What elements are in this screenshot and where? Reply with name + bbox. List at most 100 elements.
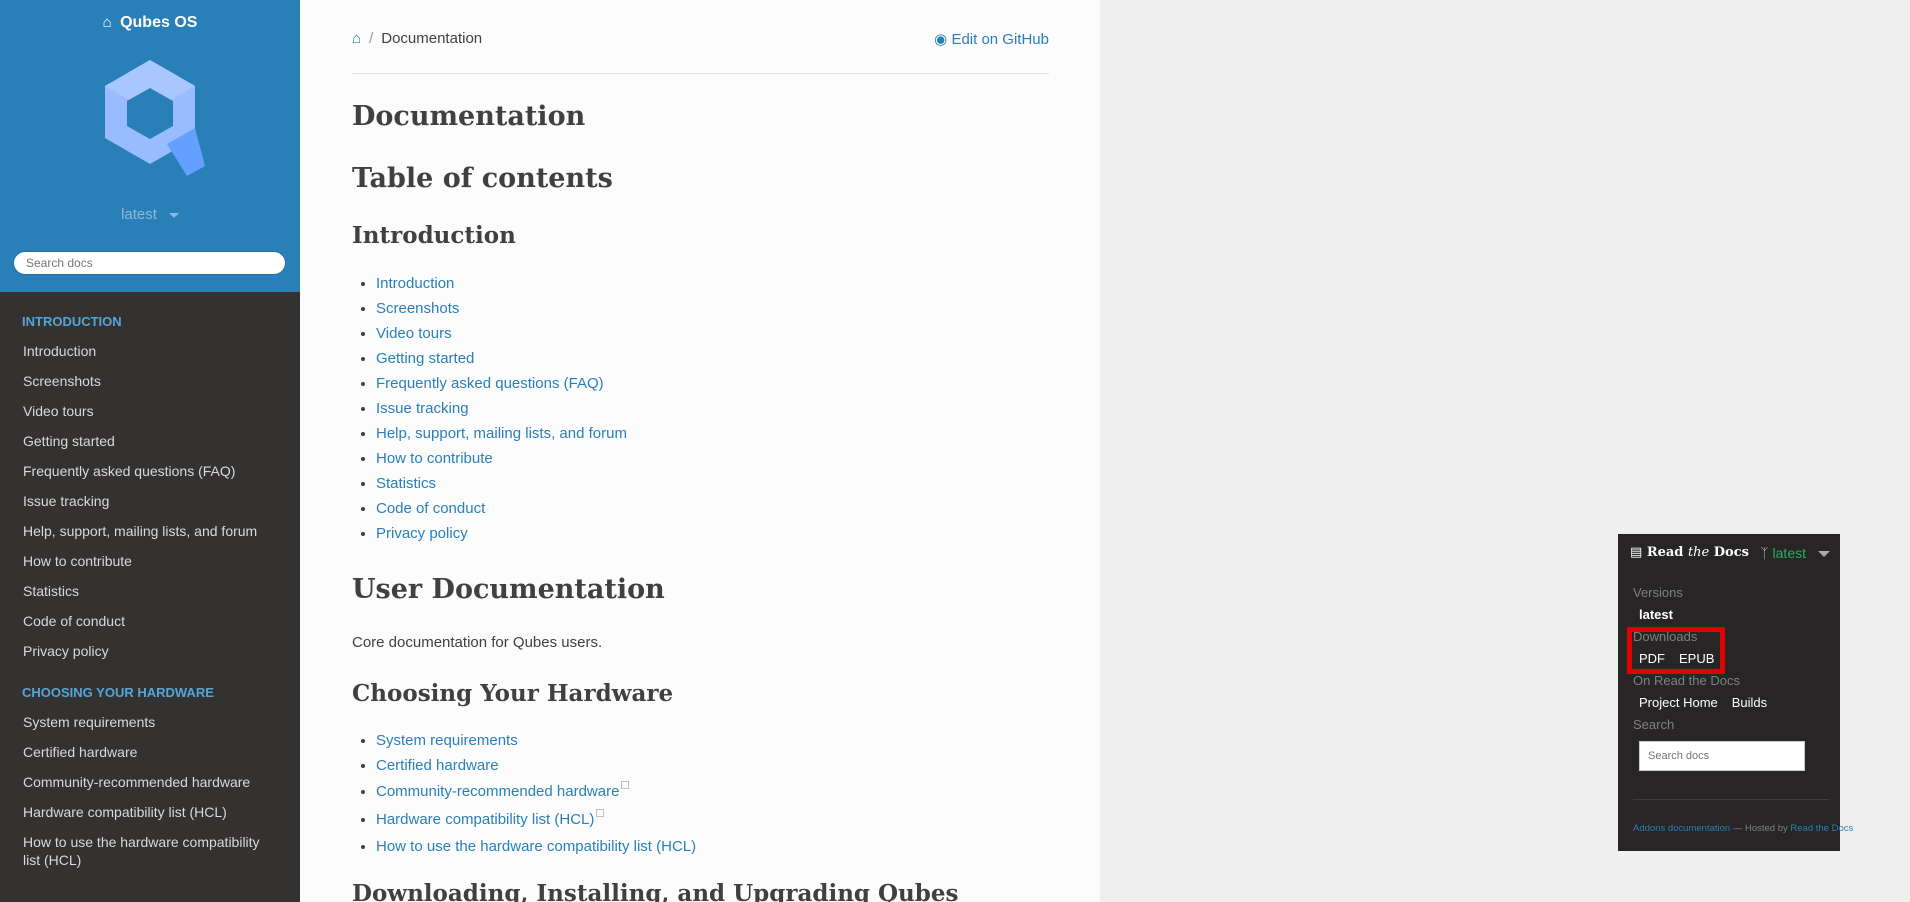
- doc-link[interactable]: How to use the hardware compatibility li…: [376, 838, 696, 855]
- sidebar-item[interactable]: Hardware compatibility list (HCL): [0, 803, 300, 821]
- addons-documentation-link[interactable]: Addons documentation: [1633, 823, 1730, 834]
- caret-down-icon: [168, 212, 179, 218]
- list-item: How to contribute: [376, 446, 627, 471]
- caret-down-icon: [1818, 551, 1830, 558]
- doc-link[interactable]: Frequently asked questions (FAQ): [376, 375, 604, 392]
- rtd-flyout: ▤ Read the Docs ᛉ latest Versions latest…: [1618, 534, 1853, 851]
- external-link-icon: [596, 809, 605, 817]
- sidebar-item[interactable]: Statistics: [0, 582, 300, 600]
- doc-link[interactable]: Help, support, mailing lists, and forum: [376, 425, 627, 442]
- list-item: Video tours: [376, 321, 627, 346]
- sidebar-item[interactable]: Issue tracking: [0, 492, 300, 510]
- sidebar-item[interactable]: Code of conduct: [0, 612, 300, 630]
- nav-caption: CHOOSING YOUR HARDWARE: [22, 685, 214, 700]
- sidebar-item[interactable]: Introduction: [0, 342, 300, 360]
- doc-link[interactable]: Video tours: [376, 325, 452, 342]
- rtd-divider: [1633, 799, 1829, 800]
- rtd-on-rtd-row: Project Home Builds: [1639, 695, 1781, 710]
- nav-list-hardware: System requirements Certified hardware Com…: [0, 713, 300, 869]
- rtd-footer-text: — Hosted by: [1730, 823, 1791, 834]
- list-item: Hardware compatibility list (HCL): [376, 806, 696, 834]
- version-label: latest: [121, 206, 157, 223]
- sidebar-item[interactable]: Help, support, mailing lists, and forum: [0, 522, 300, 540]
- brand-link[interactable]: ⌂ Qubes OS: [0, 14, 300, 32]
- version-selector[interactable]: latest: [0, 206, 300, 223]
- sidebar-item[interactable]: Screenshots: [0, 372, 300, 390]
- git-branch-icon: ᛉ: [1760, 545, 1769, 561]
- list-item: Statistics: [376, 471, 627, 496]
- doc-link[interactable]: Getting started: [376, 350, 474, 367]
- user-doc-heading: User Documentation: [352, 574, 665, 605]
- home-icon[interactable]: ⌂: [352, 30, 361, 47]
- rtd-logo: ▤ Read the Docs: [1630, 545, 1749, 560]
- list-item: Getting started: [376, 346, 627, 371]
- list-item: Screenshots: [376, 296, 627, 321]
- rtd-flyout-header[interactable]: ▤ Read the Docs ᛉ latest: [1630, 545, 1830, 565]
- sidebar-item[interactable]: How to use the hardware compatibility li…: [0, 833, 300, 869]
- breadcrumb-separator: /: [369, 30, 374, 47]
- user-doc-description: Core documentation for Qubes users.: [352, 634, 603, 651]
- downloads-highlight-box: [1627, 627, 1725, 674]
- edit-on-github-label: Edit on GitHub: [951, 31, 1049, 48]
- doc-link[interactable]: Statistics: [376, 475, 436, 492]
- home-icon: ⌂: [102, 14, 112, 31]
- sidebar-item[interactable]: Getting started: [0, 432, 300, 450]
- doc-link[interactable]: Community-recommended hardware: [376, 783, 619, 800]
- nav-section-introduction: INTRODUCTION: [0, 312, 300, 332]
- main-content: ⌂ / Documentation ◉ Edit on GitHub Documen…: [300, 0, 1100, 902]
- sidebar-item[interactable]: Frequently asked questions (FAQ): [0, 462, 300, 480]
- rtd-versions-label: Versions: [1633, 585, 1683, 600]
- hardware-heading: Choosing Your Hardware: [352, 680, 674, 707]
- doc-link[interactable]: Privacy policy: [376, 525, 468, 542]
- rtd-search-input[interactable]: [1639, 741, 1805, 771]
- external-link-icon: [621, 781, 630, 789]
- doc-link[interactable]: Code of conduct: [376, 500, 485, 517]
- nav-section-hardware: CHOOSING YOUR HARDWARE: [0, 683, 300, 703]
- rtd-on-rtd-label: On Read the Docs: [1633, 673, 1740, 688]
- toc-heading: Table of contents: [352, 163, 613, 194]
- list-item: Privacy policy: [376, 521, 627, 546]
- sidebar-item[interactable]: Privacy policy: [0, 642, 300, 660]
- sidebar-item[interactable]: Video tours: [0, 402, 300, 420]
- doc-link[interactable]: System requirements: [376, 732, 518, 749]
- doc-link[interactable]: Introduction: [376, 275, 454, 292]
- qubes-logo: [105, 60, 205, 176]
- list-item: Community-recommended hardware: [376, 778, 696, 806]
- rtd-footer: Addons documentation — Hosted by Read th…: [1633, 823, 1853, 834]
- doc-link[interactable]: Screenshots: [376, 300, 459, 317]
- edit-on-github-link[interactable]: ◉ Edit on GitHub: [934, 30, 1049, 48]
- sidebar-item[interactable]: Certified hardware: [0, 743, 300, 761]
- nav-list-introduction: Introduction Screenshots Video tours Gettin…: [0, 342, 300, 660]
- page-title: Documentation: [352, 101, 586, 132]
- doc-link[interactable]: Issue tracking: [376, 400, 469, 417]
- sidebar-item[interactable]: Community-recommended hardware: [0, 773, 300, 791]
- read-the-docs-link[interactable]: Read the Docs: [1790, 823, 1853, 834]
- breadcrumb-divider: [352, 73, 1049, 74]
- intro-heading: Introduction: [352, 222, 516, 249]
- doc-link[interactable]: How to contribute: [376, 450, 493, 467]
- list-item: System requirements: [376, 728, 696, 753]
- breadcrumb-current: Documentation: [381, 30, 483, 47]
- brand-label: Qubes OS: [120, 14, 198, 31]
- list-item: How to use the hardware compatibility li…: [376, 834, 696, 859]
- sidebar-search-input[interactable]: [13, 251, 286, 275]
- nav-caption: INTRODUCTION: [22, 314, 122, 329]
- list-item: Frequently asked questions (FAQ): [376, 371, 627, 396]
- rtd-branch-label: latest: [1772, 545, 1806, 561]
- sidebar-item[interactable]: System requirements: [0, 713, 300, 731]
- rtd-project-home-link[interactable]: Project Home: [1639, 695, 1718, 710]
- rtd-branch-selector[interactable]: ᛉ latest: [1760, 545, 1830, 561]
- list-item: Help, support, mailing lists, and forum: [376, 421, 627, 446]
- downloading-heading: Downloading, Installing, and Upgrading Q…: [352, 880, 959, 902]
- doc-link[interactable]: Hardware compatibility list (HCL): [376, 811, 594, 828]
- github-icon: ◉: [934, 31, 948, 48]
- sidebar-item[interactable]: How to contribute: [0, 552, 300, 570]
- breadcrumb: ⌂ / Documentation ◉ Edit on GitHub: [352, 30, 1049, 48]
- doc-link[interactable]: Certified hardware: [376, 757, 499, 774]
- rtd-builds-link[interactable]: Builds: [1732, 695, 1767, 710]
- hardware-link-list: System requirements Certified hardware Com…: [352, 728, 696, 859]
- list-item: Introduction: [376, 271, 627, 296]
- intro-link-list: Introduction Screenshots Video tours Gettin…: [352, 271, 627, 546]
- sidebar-header: ⌂ Qubes OS latest: [0, 0, 300, 292]
- rtd-version-latest[interactable]: latest: [1639, 607, 1673, 622]
